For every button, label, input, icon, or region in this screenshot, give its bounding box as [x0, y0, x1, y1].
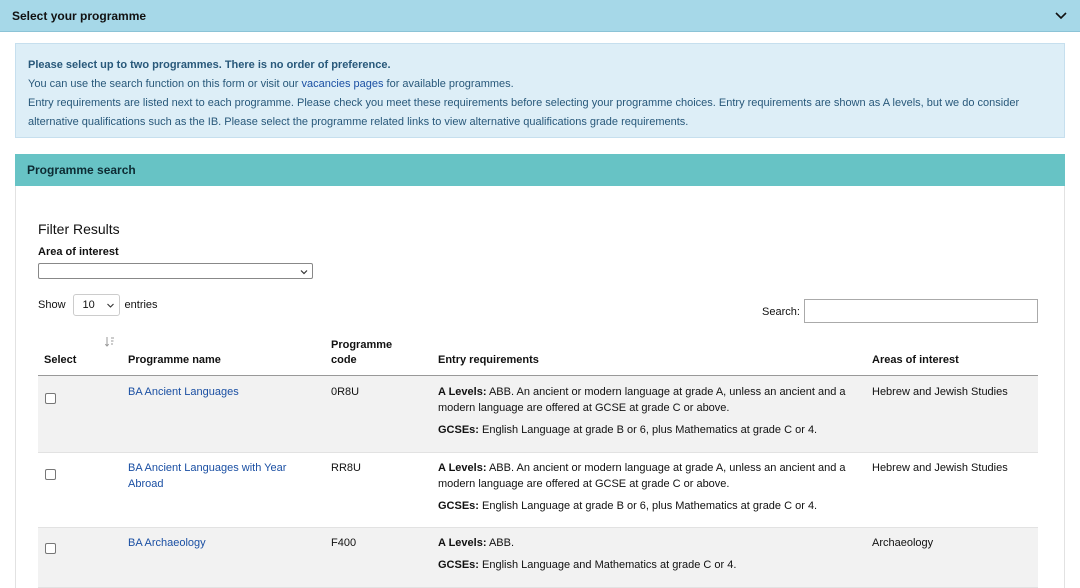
table-header: Select Programme name Programme code Ent… [38, 330, 1038, 376]
entry-requirements: A Levels: ABB. An ancient or modern lang… [438, 460, 858, 514]
chevron-down-icon [299, 266, 309, 276]
table-row: BA Ancient Languages 0R8U A Levels: ABB.… [38, 376, 1038, 453]
show-label: Show [38, 299, 66, 311]
vacancies-link[interactable]: vacancies pages [302, 78, 384, 90]
a-levels-text: ABB. An ancient or modern language at gr… [438, 462, 846, 490]
programme-name-link[interactable]: BA Ancient Languages [128, 384, 298, 400]
a-levels-requirement: A Levels: ABB. [438, 535, 858, 551]
chevron-down-icon[interactable] [1054, 9, 1068, 23]
header-programme-code[interactable]: Programme code [331, 338, 392, 368]
gcses-label: GCSEs: [438, 559, 479, 571]
entries-length-control: Show 10 entries [38, 294, 158, 316]
gcses-text: English Language at grade B or 6, plus M… [478, 424, 818, 436]
programme-search-title: Programme search [27, 163, 136, 177]
programme-search-header: Programme search [15, 154, 1065, 186]
select-checkbox[interactable] [45, 393, 56, 404]
area-of-interest-select[interactable] [38, 263, 313, 279]
header-programme-name[interactable]: Programme name [128, 353, 221, 368]
programme-name-link[interactable]: BA Ancient Languages with Year Abroad [128, 460, 300, 492]
info-search-hint: You can use the search function on this … [28, 75, 1052, 94]
a-levels-requirement: A Levels: ABB. An ancient or modern lang… [438, 460, 858, 492]
header-programme-code-line1: Programme [331, 339, 393, 351]
a-levels-text: ABB. [486, 537, 515, 549]
header-programme-code-line2: code [331, 354, 357, 366]
info-instruction: Please select up to two programmes. Ther… [28, 59, 391, 71]
table-row: BA Archaeology F400 A Levels: ABB. GCSEs… [38, 528, 1038, 588]
gcses-label: GCSEs: [438, 500, 479, 512]
table-search-label: Search: [762, 306, 800, 318]
info-search-hint-suffix: for available programmes. [383, 78, 514, 90]
programme-code: 0R8U [331, 386, 360, 398]
header-entry-requirements[interactable]: Entry requirements [438, 353, 539, 368]
programme-code: F400 [331, 537, 357, 549]
a-levels-label: A Levels: [438, 537, 487, 549]
table-row: BA Ancient Languages with Year Abroad RR… [38, 453, 1038, 528]
gcses-text: English Language and Mathematics at grad… [478, 559, 737, 571]
table-search-input[interactable] [804, 299, 1038, 323]
programme-name-link[interactable]: BA Archaeology [128, 535, 300, 551]
header-select[interactable]: Select [44, 353, 76, 368]
select-checkbox[interactable] [45, 469, 56, 480]
info-box: Please select up to two programmes. Ther… [15, 43, 1065, 138]
entry-requirements: A Levels: ABB. An ancient or modern lang… [438, 384, 858, 438]
entries-select[interactable]: 10 [72, 294, 120, 316]
programme-code: RR8U [331, 462, 361, 474]
select-checkbox[interactable] [45, 543, 56, 554]
gcses-requirement: GCSEs: English Language at grade B or 6,… [438, 498, 858, 514]
panel-title: Select your programme [12, 8, 147, 23]
area-of-interest: Archaeology [872, 537, 934, 549]
entry-requirements: A Levels: ABB. GCSEs: English Language a… [438, 535, 858, 573]
info-entry-requirements: Entry requirements are listed next to ea… [28, 97, 1020, 128]
header-areas-of-interest[interactable]: Areas of interest [872, 353, 959, 368]
entries-label: entries [124, 299, 158, 311]
gcses-text: English Language at grade B or 6, plus M… [478, 500, 818, 512]
programme-search-content: Filter Results Area of interest Show 10 … [15, 186, 1065, 588]
filter-results-title: Filter Results [38, 221, 120, 237]
a-levels-label: A Levels: [438, 386, 487, 398]
area-of-interest-label: Area of interest [38, 246, 119, 258]
panel-header[interactable]: Select your programme [0, 0, 1080, 32]
gcses-requirement: GCSEs: English Language and Mathematics … [438, 557, 858, 573]
a-levels-text: ABB. An ancient or modern language at gr… [438, 386, 846, 414]
entries-value: 10 [82, 299, 95, 311]
gcses-requirement: GCSEs: English Language at grade B or 6,… [438, 422, 858, 438]
sort-icon[interactable] [104, 336, 116, 348]
area-of-interest: Hebrew and Jewish Studies [872, 386, 1008, 398]
a-levels-requirement: A Levels: ABB. An ancient or modern lang… [438, 384, 858, 416]
area-of-interest: Hebrew and Jewish Studies [872, 462, 1008, 474]
chevron-down-icon [106, 301, 115, 310]
gcses-label: GCSEs: [438, 424, 479, 436]
info-search-hint-prefix: You can use the search function on this … [28, 78, 302, 90]
a-levels-label: A Levels: [438, 462, 487, 474]
